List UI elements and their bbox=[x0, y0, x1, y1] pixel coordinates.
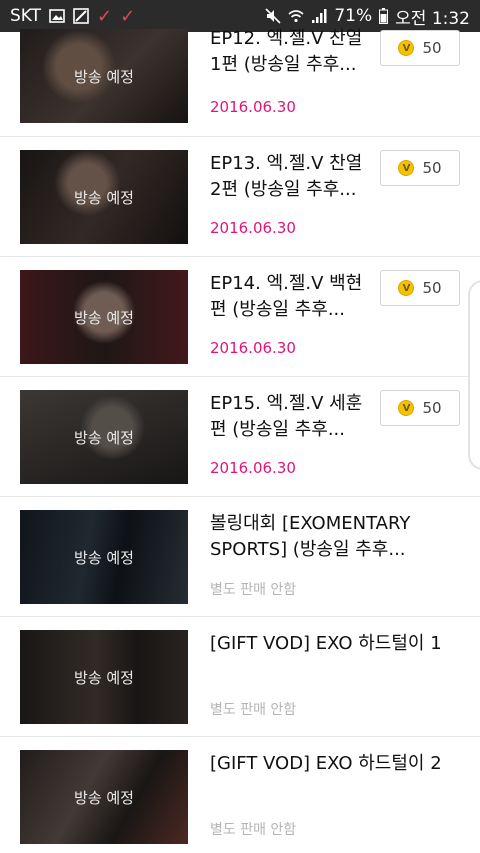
episode-title[interactable]: [GIFT VOD] EXO 하드털이 1 bbox=[210, 631, 468, 657]
thumbnail-label: 방송 예정 bbox=[74, 308, 134, 327]
thumbnail-label: 방송 예정 bbox=[74, 188, 134, 207]
episode-title[interactable]: EP14. 엑.젤.V 백현 편 (방송일 추후... bbox=[210, 271, 374, 323]
price-button[interactable]: V 50 bbox=[380, 30, 460, 66]
episode-thumbnail[interactable]: 방송 예정 bbox=[20, 270, 188, 364]
episode-thumbnail[interactable]: 방송 예정 bbox=[20, 390, 188, 484]
thumbnail-label: 방송 예정 bbox=[74, 788, 134, 807]
not-for-sale-label: 별도 판매 안함 bbox=[210, 582, 297, 598]
episode-title[interactable]: EP13. 엑.젤.V 찬열 2편 (방송일 추후... bbox=[210, 151, 374, 203]
price-button[interactable]: V 50 bbox=[380, 270, 460, 306]
list-item[interactable]: 방송 예정 [GIFT VOD] EXO 하드털이 2 별도 판매 안함 bbox=[0, 737, 480, 853]
not-for-sale-label: 별도 판매 안함 bbox=[210, 702, 297, 718]
not-for-sale-label: 별도 판매 안함 bbox=[210, 822, 297, 838]
list-item[interactable]: 방송 예정 볼링대회 [EXOMENTARY SPORTS] (방송일 추후..… bbox=[0, 497, 480, 617]
episode-title[interactable]: EP12. 엑.젤.V 찬열 1편 (방송일 추후... bbox=[210, 26, 374, 78]
coin-icon: V bbox=[398, 160, 415, 176]
release-date: 2016.06.30 bbox=[210, 219, 296, 237]
thumbnail-label: 방송 예정 bbox=[74, 668, 134, 687]
screenshot-icon bbox=[73, 8, 89, 24]
list-item[interactable]: 방송 예정 [GIFT VOD] EXO 하드털이 1 별도 판매 안함 bbox=[0, 617, 480, 737]
mute-icon bbox=[265, 8, 281, 24]
episode-title[interactable]: 볼링대회 [EXOMENTARY SPORTS] (방송일 추후... bbox=[210, 511, 468, 563]
price-button[interactable]: V 50 bbox=[380, 150, 460, 186]
episode-thumbnail[interactable]: 방송 예정 bbox=[20, 29, 188, 123]
price-button[interactable]: V 50 bbox=[380, 390, 460, 426]
list-item[interactable]: 방송 예정 EP15. 엑.젤.V 세훈 편 (방송일 추후... 2016.0… bbox=[0, 377, 480, 497]
episode-thumbnail[interactable]: 방송 예정 bbox=[20, 630, 188, 724]
price-value: 50 bbox=[422, 279, 442, 297]
price-value: 50 bbox=[422, 39, 442, 57]
episode-thumbnail[interactable]: 방송 예정 bbox=[20, 510, 188, 604]
image-icon bbox=[49, 9, 65, 23]
price-value: 50 bbox=[422, 399, 442, 417]
release-date: 2016.06.30 bbox=[210, 459, 296, 477]
coin-icon: V bbox=[398, 400, 415, 416]
clock: 오전 1:32 bbox=[395, 8, 470, 29]
list-item[interactable]: 방송 예정 EP12. 엑.젤.V 찬열 1편 (방송일 추후... 2016.… bbox=[0, 28, 480, 137]
release-date: 2016.06.30 bbox=[210, 98, 296, 116]
episode-thumbnail[interactable]: 방송 예정 bbox=[20, 750, 188, 844]
episode-thumbnail[interactable]: 방송 예정 bbox=[20, 150, 188, 244]
episode-title[interactable]: EP15. 엑.젤.V 세훈 편 (방송일 추후... bbox=[210, 391, 374, 443]
coin-icon: V bbox=[398, 280, 415, 296]
price-value: 50 bbox=[422, 159, 442, 177]
check-icon: ✓ bbox=[97, 5, 113, 27]
check-icon: ✓ bbox=[120, 5, 136, 27]
signal-icon bbox=[311, 8, 327, 24]
list-item[interactable]: 방송 예정 EP13. 엑.젤.V 찬열 2편 (방송일 추후... 2016.… bbox=[0, 137, 480, 257]
thumbnail-label: 방송 예정 bbox=[74, 67, 134, 86]
battery-icon bbox=[379, 8, 389, 24]
wifi-icon bbox=[288, 9, 304, 23]
coin-icon: V bbox=[398, 40, 415, 56]
episode-list: 방송 예정 EP12. 엑.젤.V 찬열 1편 (방송일 추후... 2016.… bbox=[0, 28, 480, 853]
episode-title[interactable]: [GIFT VOD] EXO 하드털이 2 bbox=[210, 751, 468, 777]
list-item[interactable]: 방송 예정 EP14. 엑.젤.V 백현 편 (방송일 추후... 2016.0… bbox=[0, 257, 480, 377]
thumbnail-label: 방송 예정 bbox=[74, 428, 134, 447]
battery-percent: 71% bbox=[334, 6, 373, 26]
release-date: 2016.06.30 bbox=[210, 339, 296, 357]
scroll-handle[interactable] bbox=[468, 280, 480, 470]
thumbnail-label: 방송 예정 bbox=[74, 548, 134, 567]
carrier-label: SKT bbox=[10, 6, 42, 26]
